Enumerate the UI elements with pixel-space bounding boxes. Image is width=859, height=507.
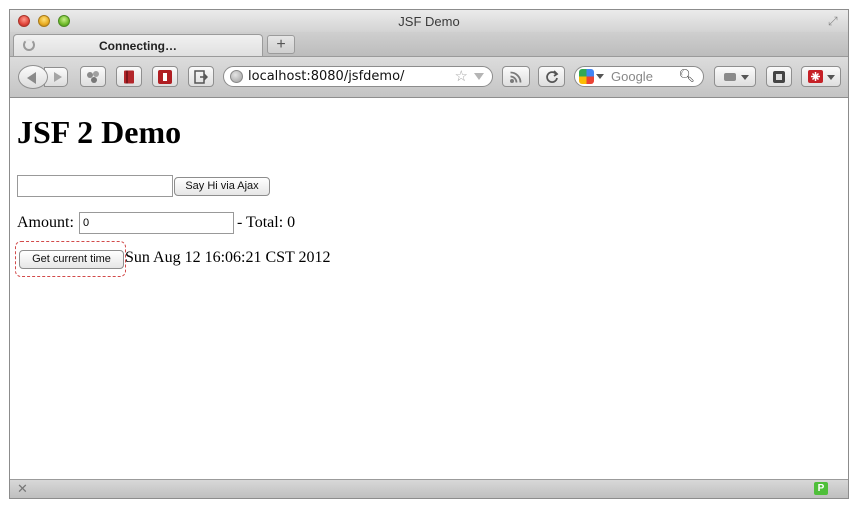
bookmark-book-button[interactable] bbox=[116, 66, 142, 87]
tab-bar: Connecting… + bbox=[10, 32, 848, 57]
search-field[interactable]: Google 🔍︎ bbox=[574, 66, 704, 87]
bookmark-star-icon[interactable]: ☆ bbox=[455, 67, 468, 85]
cluster-icon bbox=[87, 70, 99, 83]
dropdown-arrow-icon bbox=[741, 75, 749, 80]
status-bar: ✕ P bbox=[10, 479, 848, 498]
window-title: JSF Demo bbox=[398, 14, 460, 29]
back-button[interactable] bbox=[18, 65, 48, 89]
dropdown-arrow-icon bbox=[827, 75, 835, 80]
rss-button[interactable] bbox=[502, 66, 530, 87]
book-icon bbox=[124, 70, 134, 83]
clipboard-icon bbox=[773, 70, 785, 83]
browser-window: JSF Demo ⤢ Connecting… + localhost:8080/… bbox=[9, 9, 849, 499]
rss-icon bbox=[510, 71, 522, 83]
extension-button-6[interactable] bbox=[801, 66, 841, 87]
search-icon[interactable]: 🔍︎ bbox=[678, 68, 695, 84]
address-bar[interactable]: localhost:8080/jsfdemo/ ☆ bbox=[223, 66, 493, 87]
say-hi-button[interactable]: Say Hi via Ajax bbox=[174, 177, 270, 196]
globe-icon bbox=[230, 70, 243, 83]
reload-icon bbox=[545, 69, 558, 83]
get-current-time-button[interactable]: Get current time bbox=[19, 250, 124, 269]
extension-button-3[interactable] bbox=[188, 66, 214, 87]
current-time-output: Sun Aug 12 16:06:21 CST 2012 bbox=[125, 249, 331, 266]
name-input[interactable] bbox=[17, 175, 173, 197]
new-tab-button[interactable]: + bbox=[267, 35, 295, 54]
fullscreen-icon[interactable]: ⤢ bbox=[828, 14, 842, 28]
tab-active[interactable]: Connecting… bbox=[13, 34, 263, 56]
p-badge-icon[interactable]: P bbox=[814, 482, 828, 495]
page-content: JSF 2 Demo Say Hi via Ajax Amount: 0 - T… bbox=[10, 98, 848, 480]
red-square-icon bbox=[158, 69, 172, 84]
google-icon bbox=[579, 69, 594, 84]
exit-icon bbox=[194, 69, 208, 84]
search-placeholder: Google bbox=[611, 69, 653, 84]
back-forward-group bbox=[18, 65, 70, 89]
url-text: localhost:8080/jsfdemo/ bbox=[248, 69, 405, 84]
extension-button-5[interactable] bbox=[766, 66, 792, 87]
navigation-toolbar: localhost:8080/jsfdemo/ ☆ Google 🔍︎ bbox=[10, 57, 848, 98]
amount-input[interactable]: 0 bbox=[79, 212, 234, 234]
amount-label: Amount: bbox=[17, 214, 74, 231]
page-title: JSF 2 Demo bbox=[17, 114, 182, 150]
extension-button-4[interactable] bbox=[714, 66, 756, 87]
stop-loading-icon[interactable]: ✕ bbox=[17, 481, 28, 497]
extension-button-2[interactable] bbox=[152, 66, 178, 87]
reload-button[interactable] bbox=[538, 66, 565, 87]
total-text: - Total: 0 bbox=[237, 214, 296, 231]
title-bar: JSF Demo ⤢ bbox=[10, 10, 848, 32]
search-engine-dropdown-icon[interactable] bbox=[596, 74, 604, 79]
plugin-icon bbox=[724, 73, 736, 81]
tab-label: Connecting… bbox=[99, 39, 177, 53]
url-dropdown-icon[interactable] bbox=[474, 73, 484, 80]
red-star-icon bbox=[808, 70, 823, 83]
extension-button-1[interactable] bbox=[80, 66, 106, 87]
